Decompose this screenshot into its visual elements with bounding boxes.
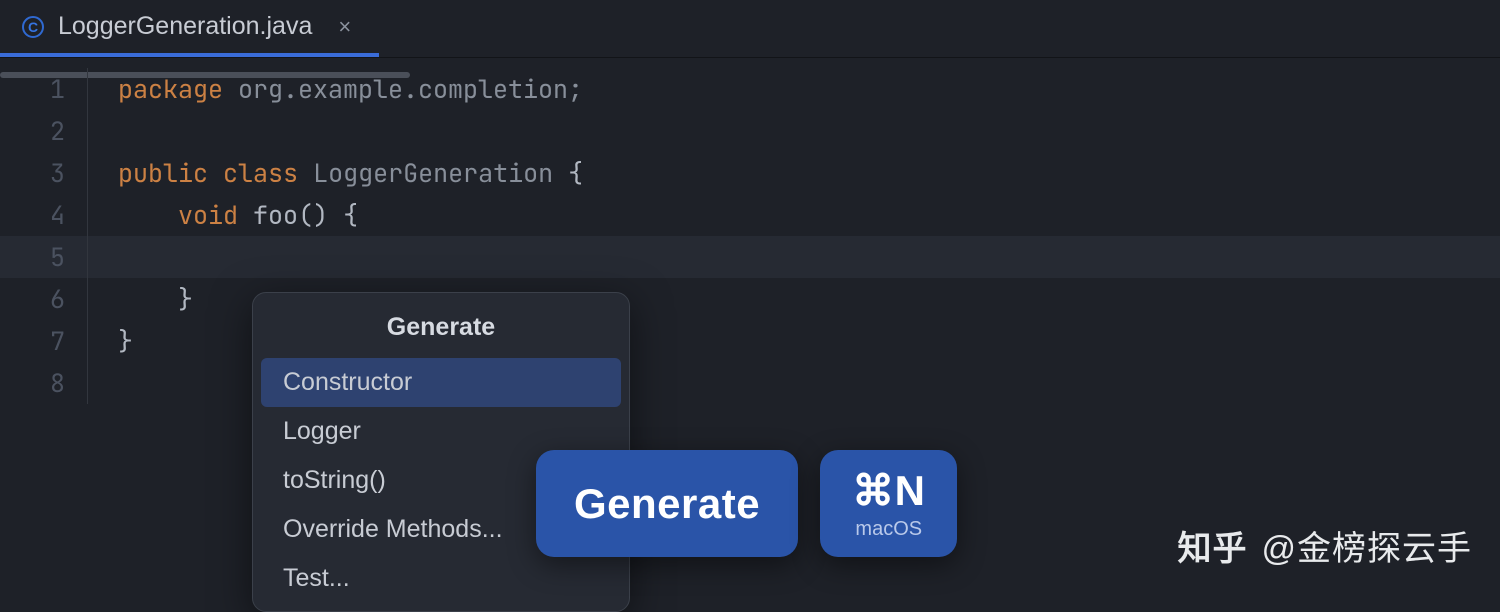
code-editor[interactable]: 12345678 package org.example.completion;… [0, 58, 1500, 404]
brace: } [118, 282, 193, 316]
watermark: 知乎 @金榜探云手 [1177, 521, 1472, 570]
generate-option[interactable]: Test... [261, 554, 621, 603]
line-number-gutter: 12345678 [0, 68, 88, 404]
shortcut-key: ⌘N [852, 470, 925, 512]
line-number: 6 [0, 278, 65, 320]
generate-option[interactable]: Logger [261, 407, 621, 456]
shortcut-badge: ⌘N macOS [820, 450, 957, 557]
class-name: LoggerGeneration [313, 156, 553, 190]
line-number: 5 [0, 236, 65, 278]
keyword: class [223, 156, 298, 190]
watermark-author: @金榜探云手 [1261, 521, 1472, 570]
shortcut-os: macOS [855, 518, 922, 541]
line-number: 3 [0, 152, 65, 194]
file-tab[interactable]: C LoggerGeneration.java × [0, 0, 379, 57]
line-number: 4 [0, 194, 65, 236]
tab-label: LoggerGeneration.java [58, 12, 312, 41]
close-icon[interactable]: × [338, 14, 351, 40]
method-name: foo [253, 198, 298, 232]
code-text: org.example.completion; [223, 72, 583, 106]
line-number: 1 [0, 68, 65, 110]
keyword: void [178, 198, 238, 232]
keyword: package [118, 72, 223, 106]
class-file-icon: C [22, 16, 44, 38]
line-number: 8 [0, 362, 65, 404]
code-text: () { [298, 198, 358, 232]
code-area[interactable]: package org.example.completion; public c… [88, 68, 583, 404]
action-label: Generate [574, 483, 760, 525]
shortcut-hint: Generate ⌘N macOS [536, 450, 957, 557]
line-number: 7 [0, 320, 65, 362]
tab-bar: C LoggerGeneration.java × [0, 0, 1500, 58]
brace: { [553, 156, 583, 190]
line-number: 2 [0, 110, 65, 152]
action-badge: Generate [536, 450, 798, 557]
keyword: public [118, 156, 208, 190]
brace: } [118, 324, 133, 358]
watermark-site: 知乎 [1177, 521, 1247, 570]
